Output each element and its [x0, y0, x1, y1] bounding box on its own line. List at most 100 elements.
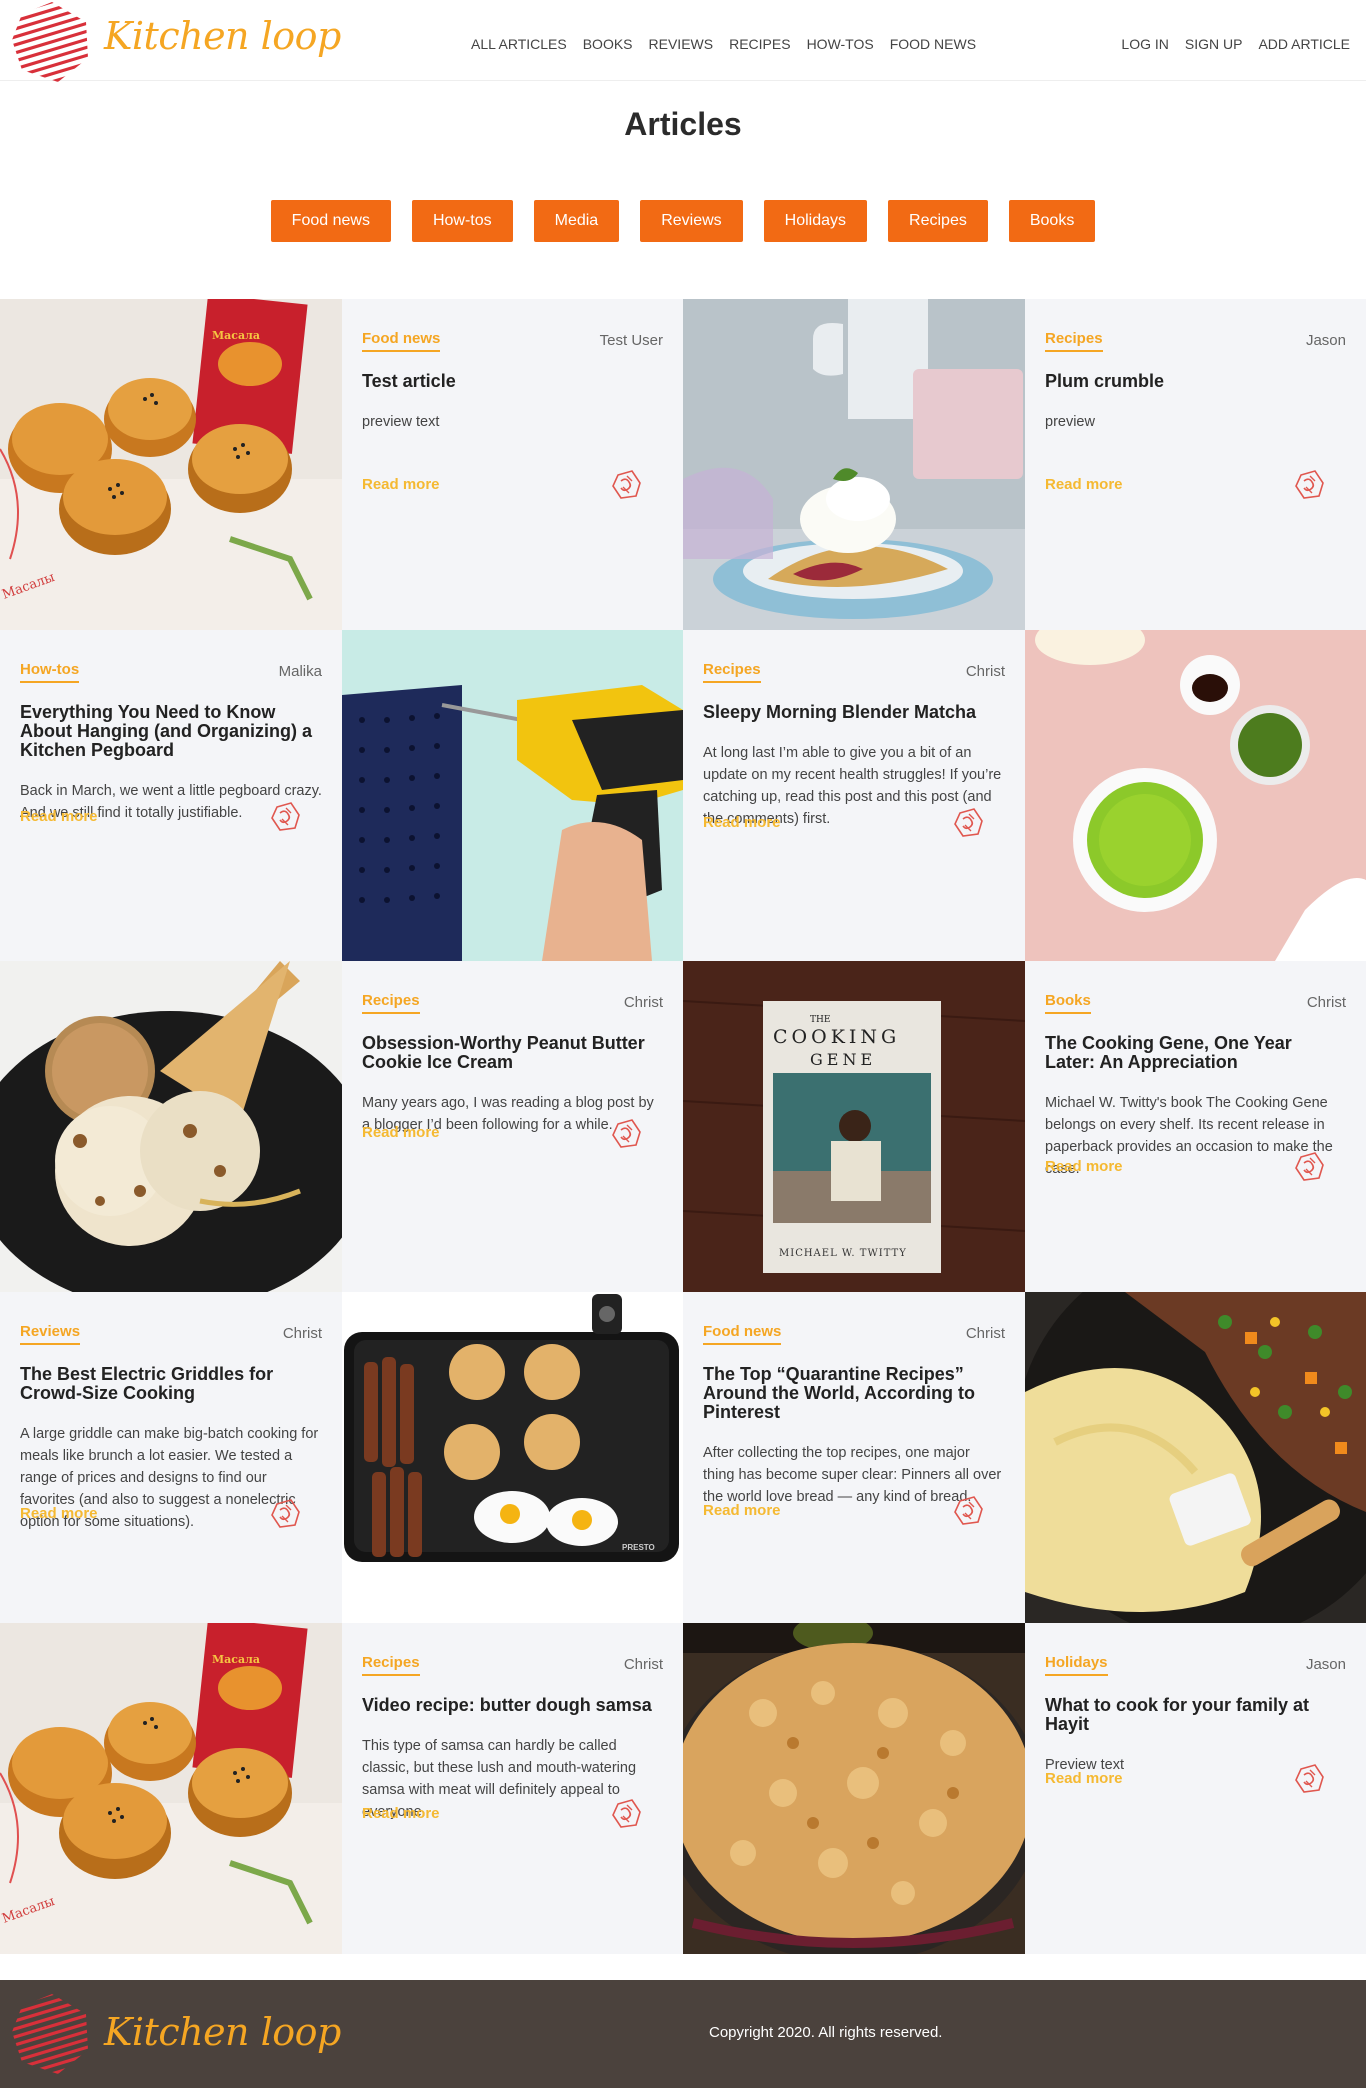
read-more-link[interactable]: Read more — [362, 1805, 440, 1822]
filter-recipes-button[interactable]: Recipes — [888, 200, 988, 242]
article-image-buns[interactable]: Масала Масалы — [0, 299, 342, 630]
article-title[interactable]: Sleepy Morning Blender Matcha — [703, 703, 1005, 722]
article-author: Test User — [599, 332, 663, 349]
article-category[interactable]: Reviews — [20, 1323, 81, 1345]
site-header: Kitchen loop ALL ARTICLES BOOKS REVIEWS … — [0, 0, 1366, 84]
signup-link[interactable]: SIGN UP — [1185, 36, 1243, 52]
book-cover-title1: COOKING — [773, 1026, 900, 1048]
login-link[interactable]: LOG IN — [1121, 36, 1168, 52]
share-icon[interactable] — [268, 799, 302, 833]
article-category[interactable]: Recipes — [362, 1654, 420, 1676]
article-title[interactable]: The Best Electric Griddles for Crowd-Siz… — [20, 1365, 322, 1403]
filter-books-button[interactable]: Books — [1008, 200, 1096, 242]
add-article-link[interactable]: ADD ARTICLE — [1258, 36, 1350, 52]
nav-books[interactable]: BOOKS — [583, 36, 633, 52]
bun-box-brand: Масала — [212, 329, 260, 342]
book-cover-author: MICHAEL W. TWITTY — [779, 1248, 907, 1259]
article-author: Malika — [278, 663, 322, 680]
article-image-buns[interactable]: Масала Масалы — [0, 1623, 342, 1954]
article-card: Recipes Jason Plum crumble preview Read … — [1025, 299, 1366, 630]
read-more-link[interactable]: Read more — [20, 1505, 98, 1522]
filter-holidays-button[interactable]: Holidays — [763, 200, 868, 242]
article-title[interactable]: Everything You Need to Know About Hangin… — [20, 703, 322, 760]
article-author: Christ — [623, 1656, 663, 1673]
article-preview: preview text — [362, 414, 440, 430]
read-more-link[interactable]: Read more — [1045, 476, 1123, 493]
nav-recipes[interactable]: RECIPES — [729, 36, 790, 52]
articles-grid: Масала Масалы Food news Test User Test a… — [0, 299, 1366, 1954]
share-icon[interactable] — [268, 1496, 302, 1530]
article-card: Food news Test User Test article preview… — [342, 299, 683, 630]
article-card: Food news Christ The Top “Quarantine Rec… — [683, 1292, 1025, 1623]
share-icon[interactable] — [951, 805, 985, 839]
filter-food-news-button[interactable]: Food news — [270, 200, 391, 242]
article-image-cooking-gene-book[interactable]: THE COOKING GENE MICHAEL W. TWITTY — [683, 961, 1025, 1292]
article-title[interactable]: The Cooking Gene, One Year Later: An App… — [1045, 1034, 1346, 1072]
share-icon[interactable] — [609, 467, 643, 501]
article-title[interactable]: Obsession-Worthy Peanut Butter Cookie Ic… — [362, 1034, 663, 1072]
article-title[interactable]: What to cook for your family at Hayit — [1045, 1696, 1346, 1734]
article-image-matcha[interactable] — [1025, 630, 1366, 961]
auth-nav: LOG IN SIGN UP ADD ARTICLE — [1121, 36, 1350, 52]
article-author: Christ — [965, 1325, 1005, 1342]
read-more-link[interactable]: Read more — [703, 1502, 781, 1519]
footer-brand-name[interactable]: Kitchen loop — [104, 2010, 341, 2054]
article-image-griddle[interactable]: PRESTO — [342, 1292, 683, 1623]
share-icon[interactable] — [1292, 1149, 1326, 1183]
filter-how-tos-button[interactable]: How-tos — [411, 200, 513, 242]
article-image-drill-pegboard[interactable] — [342, 630, 683, 961]
article-title[interactable]: The Top “Quarantine Recipes” Around the … — [703, 1365, 1005, 1422]
share-icon[interactable] — [951, 1493, 985, 1527]
article-author: Jason — [1305, 1656, 1346, 1673]
share-icon[interactable] — [1292, 1761, 1326, 1795]
article-category[interactable]: Food news — [703, 1323, 782, 1345]
read-more-link[interactable]: Read more — [1045, 1158, 1123, 1175]
article-title[interactable]: Test article — [362, 372, 663, 391]
share-icon[interactable] — [1292, 467, 1326, 501]
article-image-crumble-icecream[interactable] — [683, 299, 1025, 630]
article-author: Jason — [1305, 332, 1346, 349]
filter-media-button[interactable]: Media — [533, 200, 620, 242]
nav-food-news[interactable]: FOOD NEWS — [890, 36, 976, 52]
article-image-crumble-pan[interactable] — [683, 1623, 1025, 1954]
article-card: Reviews Christ The Best Electric Griddle… — [0, 1292, 342, 1623]
category-filters: Food news How-tos Media Reviews Holidays… — [0, 200, 1366, 242]
book-cover-title2: GENE — [810, 1050, 876, 1069]
read-more-link[interactable]: Read more — [1045, 1770, 1123, 1787]
article-title[interactable]: Plum crumble — [1045, 372, 1346, 391]
article-category[interactable]: Recipes — [362, 992, 420, 1014]
page-title: Articles — [624, 106, 742, 142]
brand-name[interactable]: Kitchen loop — [104, 14, 341, 58]
read-more-link[interactable]: Read more — [362, 1124, 440, 1141]
article-card: Recipes Christ Obsession-Worthy Peanut B… — [342, 961, 683, 1292]
article-category[interactable]: How-tos — [20, 661, 80, 683]
copyright-text: Copyright 2020. All rights reserved. — [709, 2024, 943, 2041]
read-more-link[interactable]: Read more — [703, 814, 781, 831]
article-preview: preview — [1045, 414, 1095, 430]
site-footer: Kitchen loop Copyright 2020. All rights … — [0, 1980, 1366, 2088]
bun-box-brand: Масала — [212, 1653, 260, 1666]
article-title[interactable]: Video recipe: butter dough samsa — [362, 1696, 663, 1715]
article-category[interactable]: Holidays — [1045, 1654, 1108, 1676]
article-category[interactable]: Recipes — [1045, 330, 1103, 352]
kitchen-loop-logo-icon[interactable] — [8, 0, 92, 84]
filter-reviews-button[interactable]: Reviews — [640, 200, 743, 242]
share-icon[interactable] — [609, 1116, 643, 1150]
book-cover-top: THE — [810, 1015, 830, 1025]
article-category[interactable]: Books — [1045, 992, 1091, 1014]
article-card: Holidays Jason What to cook for your fam… — [1025, 1623, 1366, 1954]
nav-how-tos[interactable]: HOW-TOS — [807, 36, 874, 52]
share-icon[interactable] — [609, 1796, 643, 1830]
read-more-link[interactable]: Read more — [362, 476, 440, 493]
article-image-shepherds-pie[interactable] — [1025, 1292, 1366, 1623]
nav-all-articles[interactable]: ALL ARTICLES — [471, 36, 567, 52]
read-more-link[interactable]: Read more — [20, 808, 98, 825]
kitchen-loop-logo-icon[interactable] — [8, 1992, 92, 2076]
article-category[interactable]: Food news — [362, 330, 441, 352]
article-card: Books Christ The Cooking Gene, One Year … — [1025, 961, 1366, 1292]
article-card: Recipes Christ Sleepy Morning Blender Ma… — [683, 630, 1025, 961]
main-nav: ALL ARTICLES BOOKS REVIEWS RECIPES HOW-T… — [471, 36, 976, 52]
nav-reviews[interactable]: REVIEWS — [649, 36, 714, 52]
article-category[interactable]: Recipes — [703, 661, 761, 683]
article-image-ice-cream-cone[interactable] — [0, 961, 342, 1292]
